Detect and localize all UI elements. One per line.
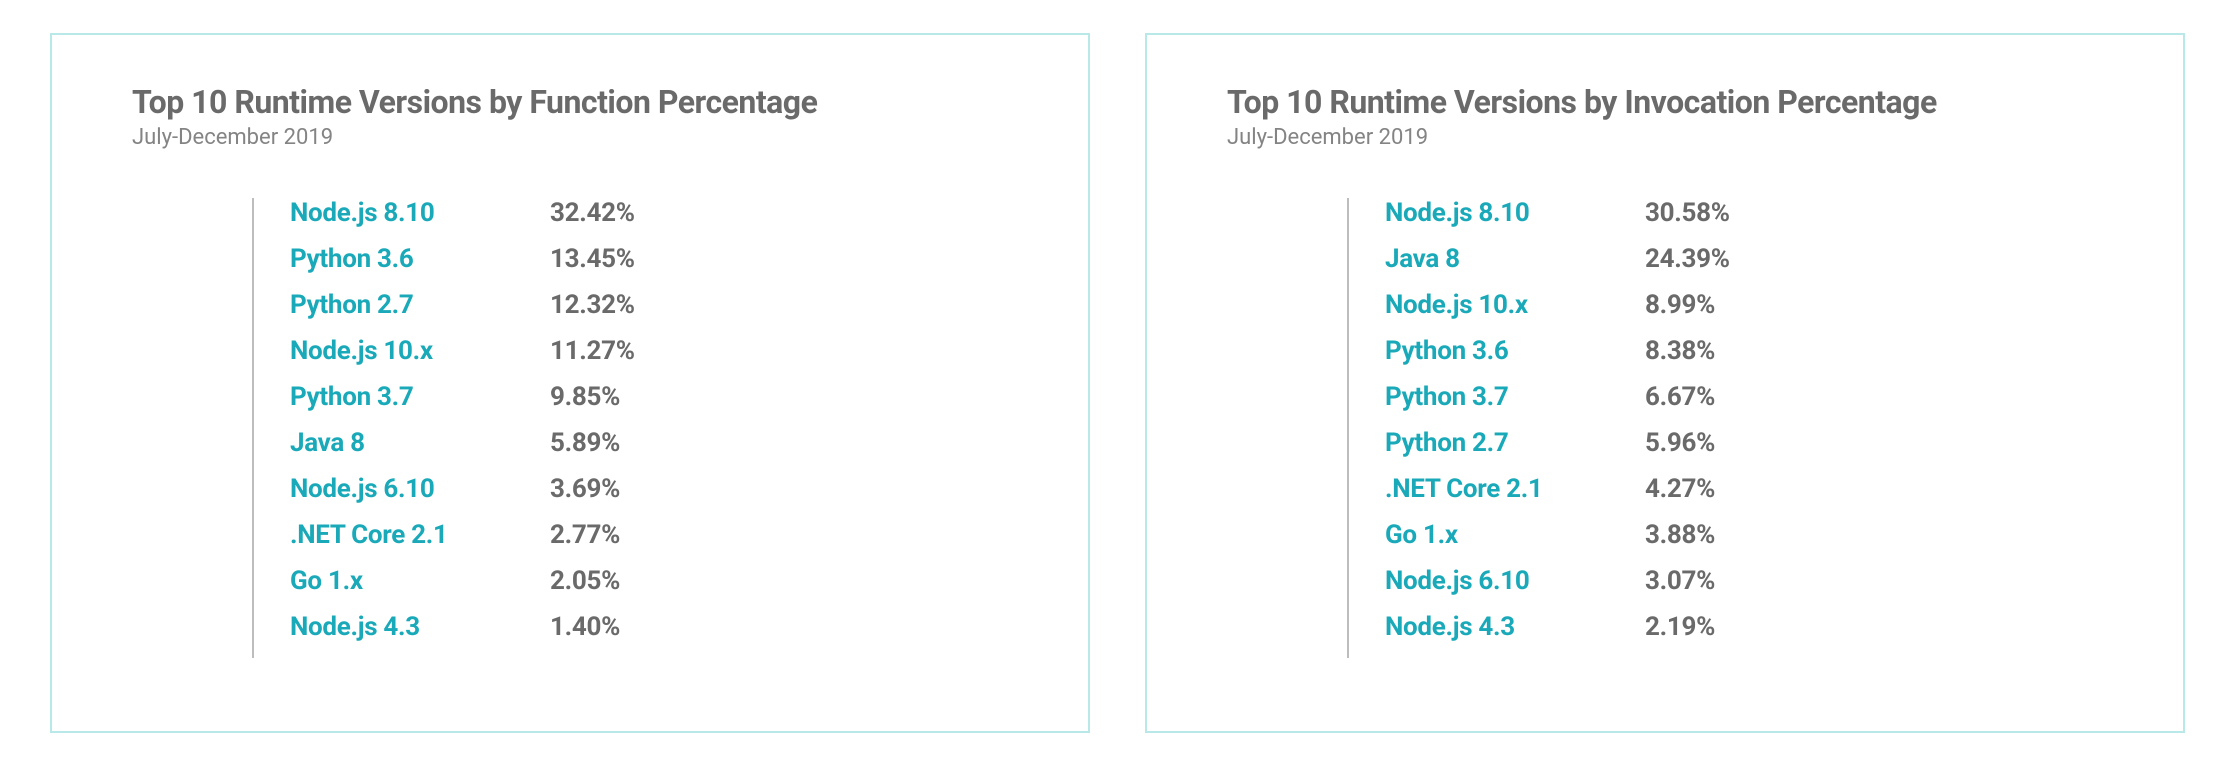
runtime-label: Node.js 10.x: [290, 336, 550, 366]
table-row: Node.js 10.x11.27%: [290, 336, 635, 382]
runtime-label: Node.js 4.3: [290, 612, 550, 642]
table-row: Python 3.79.85%: [290, 382, 635, 428]
runtime-label: Python 3.6: [290, 244, 550, 274]
runtime-value: 24.39%: [1645, 244, 1730, 274]
table-row: Node.js 4.32.19%: [1385, 612, 1730, 658]
panel-subtitle: July-December 2019: [132, 125, 1028, 150]
runtime-value: 9.85%: [550, 382, 620, 412]
runtime-label: Node.js 8.10: [290, 198, 550, 228]
runtime-value: 2.77%: [550, 520, 620, 550]
table-row: Node.js 10.x8.99%: [1385, 290, 1730, 336]
runtime-value: 5.96%: [1645, 428, 1715, 458]
table-wrap: Node.js 8.1032.42% Python 3.613.45% Pyth…: [252, 198, 1028, 658]
runtime-label: Python 2.7: [1385, 428, 1645, 458]
runtime-label: Python 3.7: [290, 382, 550, 412]
table-row: Node.js 8.1030.58%: [1385, 198, 1730, 244]
table-row: Python 2.712.32%: [290, 290, 635, 336]
runtime-value: 8.99%: [1645, 290, 1715, 320]
runtime-value: 1.40%: [550, 612, 620, 642]
table-row: Go 1.x3.88%: [1385, 520, 1730, 566]
runtime-label: Python 3.6: [1385, 336, 1645, 366]
table-row: Node.js 6.103.69%: [290, 474, 635, 520]
table-rows: Node.js 8.1030.58% Java 824.39% Node.js …: [1349, 198, 1730, 658]
table-rows: Node.js 8.1032.42% Python 3.613.45% Pyth…: [254, 198, 635, 658]
runtime-value: 12.32%: [550, 290, 635, 320]
panel-invocation-percentage: Top 10 Runtime Versions by Invocation Pe…: [1145, 33, 2185, 733]
panel-function-percentage: Top 10 Runtime Versions by Function Perc…: [50, 33, 1090, 733]
runtime-label: Java 8: [1385, 244, 1645, 274]
table-row: Python 3.68.38%: [1385, 336, 1730, 382]
table-row: Python 3.76.67%: [1385, 382, 1730, 428]
runtime-label: Python 2.7: [290, 290, 550, 320]
runtime-label: Python 3.7: [1385, 382, 1645, 412]
table-row: Node.js 8.1032.42%: [290, 198, 635, 244]
runtime-value: 5.89%: [550, 428, 620, 458]
runtime-label: Java 8: [290, 428, 550, 458]
panel-title: Top 10 Runtime Versions by Invocation Pe…: [1227, 83, 2123, 121]
runtime-value: 11.27%: [550, 336, 635, 366]
runtime-value: 3.88%: [1645, 520, 1715, 550]
table-row: Java 824.39%: [1385, 244, 1730, 290]
runtime-value: 4.27%: [1645, 474, 1715, 504]
runtime-value: 2.19%: [1645, 612, 1715, 642]
runtime-label: .NET Core 2.1: [290, 520, 550, 550]
runtime-label: .NET Core 2.1: [1385, 474, 1645, 504]
runtime-label: Node.js 10.x: [1385, 290, 1645, 320]
runtime-value: 2.05%: [550, 566, 620, 596]
runtime-label: Go 1.x: [1385, 520, 1645, 550]
panel-subtitle: July-December 2019: [1227, 125, 2123, 150]
panel-title: Top 10 Runtime Versions by Function Perc…: [132, 83, 1028, 121]
table-row: Java 85.89%: [290, 428, 635, 474]
runtime-value: 30.58%: [1645, 198, 1730, 228]
runtime-value: 32.42%: [550, 198, 635, 228]
runtime-label: Node.js 6.10: [290, 474, 550, 504]
runtime-label: Node.js 6.10: [1385, 566, 1645, 596]
runtime-label: Go 1.x: [290, 566, 550, 596]
runtime-label: Node.js 8.10: [1385, 198, 1645, 228]
runtime-value: 3.69%: [550, 474, 620, 504]
table-row: Python 3.613.45%: [290, 244, 635, 290]
table-row: Node.js 4.31.40%: [290, 612, 635, 658]
table-row: Node.js 6.103.07%: [1385, 566, 1730, 612]
table-row: .NET Core 2.12.77%: [290, 520, 635, 566]
runtime-value: 8.38%: [1645, 336, 1715, 366]
runtime-value: 3.07%: [1645, 566, 1715, 596]
table-wrap: Node.js 8.1030.58% Java 824.39% Node.js …: [1347, 198, 2123, 658]
table-row: Python 2.75.96%: [1385, 428, 1730, 474]
runtime-value: 6.67%: [1645, 382, 1715, 412]
runtime-label: Node.js 4.3: [1385, 612, 1645, 642]
table-row: Go 1.x2.05%: [290, 566, 635, 612]
runtime-value: 13.45%: [550, 244, 635, 274]
table-row: .NET Core 2.14.27%: [1385, 474, 1730, 520]
